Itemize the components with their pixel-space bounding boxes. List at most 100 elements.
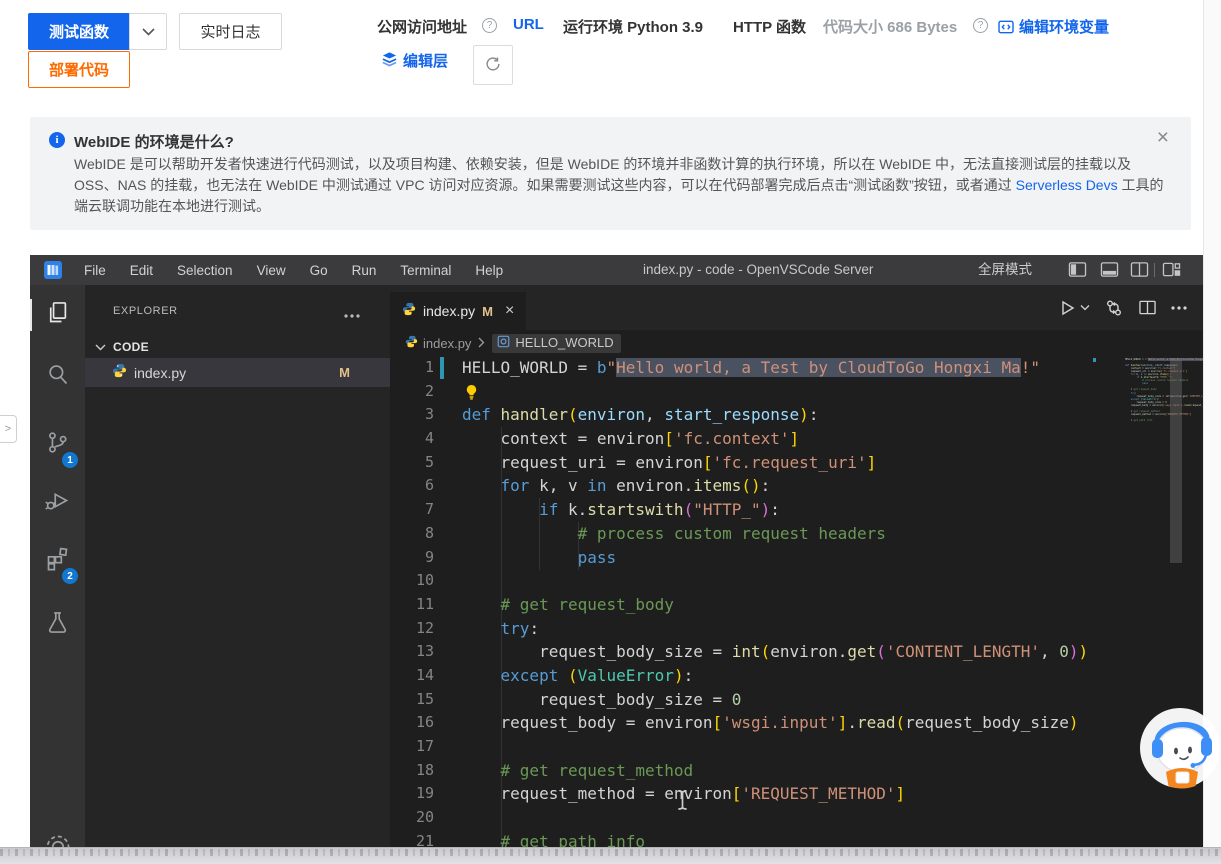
activity-search[interactable] (30, 359, 85, 395)
realtime-logs-button[interactable]: 实时日志 (179, 13, 282, 50)
window-title: index.py - code - OpenVSCode Server (643, 255, 873, 285)
code-editor[interactable]: 1 HELLO_WORLD = b"Hello world, a Test by … (390, 356, 1203, 864)
code-line: 15 request_body_size = 0 (390, 688, 1203, 712)
menu-help[interactable]: Help (463, 263, 515, 278)
indent-guide (539, 498, 540, 570)
code-section-header[interactable]: CODE (85, 335, 390, 358)
menu-run[interactable]: Run (340, 263, 389, 278)
run-python-file-button[interactable] (1057, 298, 1090, 318)
toggle-sidebar-icon[interactable] (1068, 261, 1087, 283)
refresh-button[interactable] (473, 45, 513, 85)
close-icon[interactable]: × (1157, 127, 1169, 148)
code-section-label: CODE (113, 340, 149, 354)
code-line: 16 request_body = environ['wsgi.input'].… (390, 711, 1203, 735)
editor-group: index.py M × index.py (390, 285, 1203, 864)
tab-modified-badge: M (482, 304, 493, 319)
customize-layout-icon[interactable] (1162, 261, 1181, 283)
line-number: 13 (390, 640, 434, 664)
layers-icon (381, 51, 398, 72)
titlebar-separator (1154, 263, 1155, 277)
chevron-right-icon (478, 336, 485, 351)
serverless-devs-link[interactable]: Serverless Devs (1016, 177, 1118, 193)
activity-source-control[interactable]: 1 (30, 427, 85, 463)
close-icon[interactable]: × (505, 302, 514, 320)
modified-line-gutter-marker (440, 357, 444, 379)
help-icon[interactable]: ? (482, 18, 497, 33)
test-function-dropdown-button[interactable] (129, 13, 167, 50)
activity-run-debug[interactable] (30, 485, 85, 521)
assistant-mascot[interactable] (1140, 706, 1221, 797)
toggle-secondary-sidebar-icon[interactable] (1130, 261, 1149, 283)
code-line: 3def handler(environ, start_response): (390, 403, 1203, 427)
line-number: 18 (390, 759, 434, 783)
search-icon (44, 361, 71, 393)
edit-env-vars-link[interactable]: 编辑环境变量 (998, 16, 1109, 38)
explorer-sidebar: EXPLORER CODE index.py M (85, 285, 390, 864)
activity-testing[interactable] (30, 607, 85, 643)
minimap-modified-marker (1093, 358, 1096, 362)
minimap[interactable]: HELLO_WORLD = b"Hello world, a Test by C… (1097, 358, 1167, 422)
menu-view[interactable]: View (245, 263, 298, 278)
page: 测试函数 实时日志 部署代码 公网访问地址 ? URL 运行环境 Python … (0, 0, 1221, 864)
lightbulb-icon[interactable] (464, 384, 479, 400)
url-link[interactable]: URL (513, 16, 544, 33)
toggle-panel-icon[interactable] (1100, 261, 1119, 283)
deploy-code-button[interactable]: 部署代码 (28, 51, 130, 88)
code-line: 9 pass (390, 546, 1203, 570)
line-number: 1 (390, 356, 434, 380)
code-line: 7 if k.startswith("HTTP_"): (390, 498, 1203, 522)
chevron-down-icon (95, 338, 106, 356)
file-item-indexpy[interactable]: index.py M (85, 358, 390, 387)
code-line: 14 except (ValueError): (390, 664, 1203, 688)
panel-expander-button[interactable]: > (0, 415, 17, 443)
tab-bar: index.py M × (390, 285, 1203, 330)
http-function-label: HTTP 函数 (733, 16, 806, 37)
symbol-icon (497, 335, 510, 351)
edit-layers-link[interactable]: 编辑层 (381, 50, 448, 72)
run-debug-icon (44, 487, 71, 519)
code-line: 20 (390, 806, 1203, 830)
editor-actions (1057, 285, 1203, 330)
indent-guide (501, 427, 502, 864)
menu-bar: FileEditSelectionViewGoRunTerminalHelp (72, 255, 515, 285)
menu-edit[interactable]: Edit (118, 263, 165, 278)
line-number: 6 (390, 474, 434, 498)
breadcrumbs: index.py HELLO_WORLD (390, 330, 1203, 356)
code-line: 17 (390, 735, 1203, 759)
run-or-debug-icon[interactable] (1104, 298, 1124, 318)
breadcrumb-file[interactable]: index.py (405, 335, 471, 351)
vscode-window: FileEditSelectionViewGoRunTerminalHelp i… (30, 255, 1203, 864)
vscode-titlebar: FileEditSelectionViewGoRunTerminalHelp i… (30, 255, 1203, 285)
code-line: 19 request_method = environ['REQUEST_MET… (390, 782, 1203, 806)
tab-indexpy[interactable]: index.py M × (390, 292, 526, 330)
menu-terminal[interactable]: Terminal (388, 263, 463, 278)
breadcrumb-symbol[interactable]: HELLO_WORLD (492, 334, 620, 353)
modified-badge: M (339, 365, 350, 380)
menu-go[interactable]: Go (298, 263, 340, 278)
split-editor-icon[interactable] (1138, 299, 1157, 316)
help-icon[interactable]: ? (973, 18, 988, 33)
minimap-line: # get path info (1097, 419, 1167, 422)
menu-selection[interactable]: Selection (165, 263, 245, 278)
more-actions-icon[interactable] (1171, 306, 1187, 310)
code-window-icon (998, 20, 1014, 38)
more-actions-icon[interactable] (344, 305, 360, 323)
code-line: 10 (390, 569, 1203, 593)
activity-explorer[interactable] (30, 297, 85, 333)
code-line: 18 # get request_method (390, 759, 1203, 783)
openvscode-logo-icon (44, 261, 62, 284)
fullscreen-mode-button[interactable]: 全屏模式 (978, 255, 1032, 285)
files-icon (44, 299, 71, 331)
code-line: 2 (390, 380, 1203, 404)
line-number: 17 (390, 735, 434, 759)
chevron-down-icon (142, 23, 155, 40)
runtime-label: 运行环境 Python 3.9 (563, 16, 703, 37)
line-number: 8 (390, 522, 434, 546)
test-function-button[interactable]: 测试函数 (28, 13, 130, 50)
info-icon: i (49, 132, 65, 148)
bottom-overlay-strip (0, 847, 1221, 864)
banner-body: WebIDE 是可以帮助开发者快速进行代码测试，以及项目构建、依赖安装，但是 W… (74, 154, 1164, 217)
menu-file[interactable]: File (72, 263, 118, 278)
editor-scrollbar[interactable] (1170, 358, 1182, 563)
activity-extensions[interactable]: 2 (30, 543, 85, 579)
